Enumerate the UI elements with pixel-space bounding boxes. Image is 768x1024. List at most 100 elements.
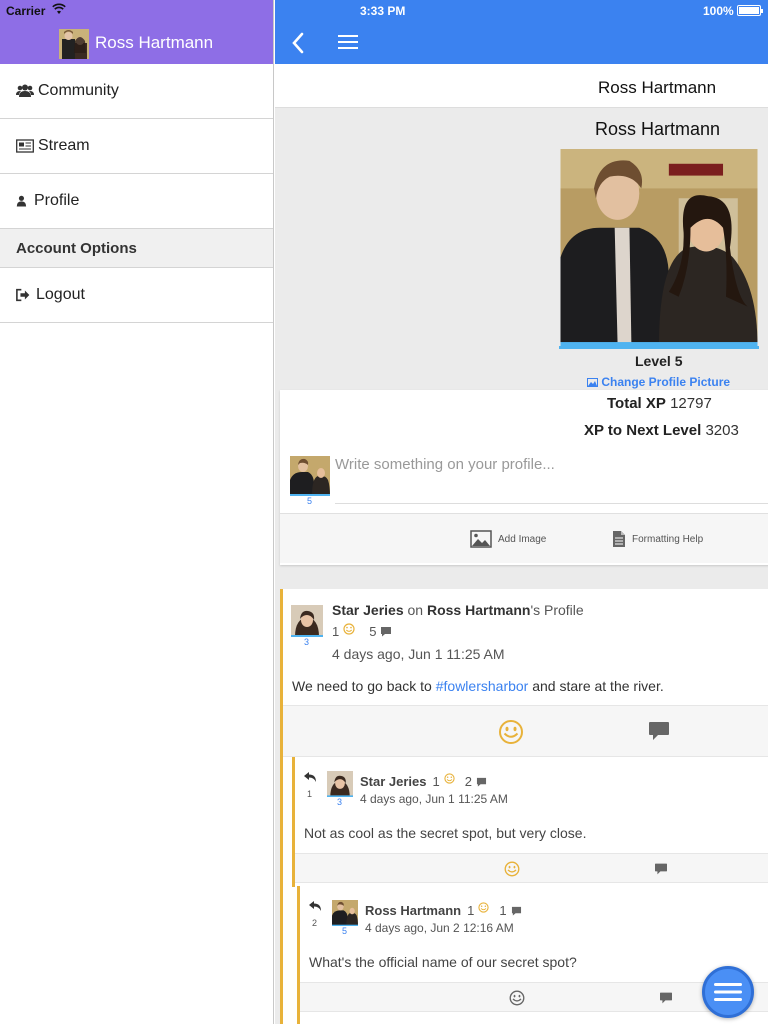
post-on-text: on xyxy=(407,602,424,618)
sidebar-user-name: Ross Hartmann xyxy=(95,33,214,52)
battery-icon xyxy=(737,5,763,16)
smile-icon xyxy=(444,773,455,784)
composer-toolbar: Add Image Formatting Help xyxy=(280,513,768,563)
profile-stats-card: Total XP 12797 XP to Next Level 3203 5 W… xyxy=(280,390,768,565)
reply-author-name[interactable]: Star Jeries xyxy=(360,774,427,789)
reply-actions xyxy=(295,853,768,883)
add-image-button[interactable]: Add Image xyxy=(470,530,546,548)
reply-depth: 2 xyxy=(312,918,318,928)
back-icon[interactable] xyxy=(291,32,305,54)
reply-comment-count: 2 xyxy=(464,774,472,789)
reply-icon xyxy=(309,901,321,911)
status-bar: Carrier 3:33 PM 100% xyxy=(0,0,768,20)
comment-button[interactable] xyxy=(648,721,670,741)
post-body-text: and stare at the river. xyxy=(532,678,664,694)
composer-avatar xyxy=(290,456,330,496)
document-icon xyxy=(613,531,625,547)
smile-button[interactable] xyxy=(498,719,524,745)
formatting-help-button[interactable]: Formatting Help xyxy=(612,530,703,548)
reply-author-name[interactable]: Ross Hartmann xyxy=(365,903,461,918)
smile-button[interactable] xyxy=(504,861,520,877)
composer-avatar-level: 5 xyxy=(307,496,313,506)
post-stats: 1 5 xyxy=(332,622,406,639)
profile-post-input[interactable]: Write something on your profile... xyxy=(335,456,555,473)
comment-icon xyxy=(381,627,392,637)
change-profile-picture-link[interactable]: Change Profile Picture xyxy=(587,375,730,389)
post-comment-count: 5 xyxy=(369,624,392,639)
sidebar-item-label: Stream xyxy=(38,137,90,154)
reply-smile-count: 1 xyxy=(467,903,475,918)
post-author-avatar[interactable] xyxy=(291,605,323,637)
reply-icon xyxy=(304,772,316,782)
floating-menu-button[interactable] xyxy=(702,966,754,1018)
profile-photo[interactable] xyxy=(559,149,759,349)
reply-timestamp: 4 days ago, Jun 2 12:16 AM xyxy=(365,921,514,935)
wifi-icon xyxy=(52,3,66,14)
total-xp-label: Total XP xyxy=(607,395,666,412)
comment-button[interactable] xyxy=(659,992,673,1004)
reply-timestamp: 4 days ago, Jun 1 11:25 AM xyxy=(360,792,508,806)
sidebar-item-stream[interactable]: Stream xyxy=(0,119,273,174)
image-icon xyxy=(587,378,598,387)
reply-header: Ross Hartmann 1 1 xyxy=(365,902,522,919)
reply-header: Star Jeries 1 2 xyxy=(360,773,487,790)
post-body: We need to go back to #fowlersharbor and… xyxy=(292,678,664,694)
reply-card: 2 5 Ross Hartmann 1 1 4 days ago, Jun 2 … xyxy=(297,886,768,1024)
reply-author-avatar[interactable] xyxy=(327,771,353,797)
smile-icon xyxy=(478,902,489,913)
newspaper-icon xyxy=(16,139,34,153)
post-target-suffix: 's Profile xyxy=(530,602,584,618)
post-smile-count-value: 1 xyxy=(332,624,340,639)
sidebar-item-label: Profile xyxy=(34,192,80,209)
reply-smile-count: 1 xyxy=(432,774,440,789)
sidebar-item-community[interactable]: Community xyxy=(0,64,273,119)
sidebar-item-label: Logout xyxy=(36,286,85,303)
clock-label: 3:33 PM xyxy=(360,4,406,18)
post-card: 3 Star Jeries on Ross Hartmann's Profile… xyxy=(280,589,768,1024)
reply-depth: 1 xyxy=(307,789,313,799)
reply-body: Not as cool as the secret spot, but very… xyxy=(304,825,587,841)
total-xp-value: 12797 xyxy=(670,395,712,412)
next-level-xp-label: XP to Next Level xyxy=(584,422,702,439)
comment-icon xyxy=(511,906,521,916)
reply-author-avatar[interactable] xyxy=(332,900,358,926)
next-level-xp-value: 3203 xyxy=(705,422,739,439)
post-actions xyxy=(283,705,768,757)
change-profile-picture-label: Change Profile Picture xyxy=(601,375,731,389)
reply-comment-count: 1 xyxy=(499,903,507,918)
reply-card: 1 3 Star Jeries 1 2 4 days ago, Jun 1 11… xyxy=(292,757,768,887)
post-timestamp: 4 days ago, Jun 1 11:25 AM xyxy=(332,646,505,662)
smile-icon xyxy=(343,622,355,635)
post-target-name[interactable]: Ross Hartmann xyxy=(427,602,530,618)
carrier-label: Carrier xyxy=(6,4,46,18)
reply-author-level: 3 xyxy=(337,797,343,807)
hamburger-menu-icon[interactable] xyxy=(338,34,358,50)
users-icon xyxy=(16,84,34,97)
hashtag-link[interactable]: #fowlersharbor xyxy=(436,678,529,694)
next-level-xp-row: XP to Next Level 3203 xyxy=(584,422,739,439)
post-author-name[interactable]: Star Jeries xyxy=(332,602,404,618)
total-xp-row: Total XP 12797 xyxy=(607,395,712,412)
sidebar: Ross Hartmann Community Stream Profile A… xyxy=(0,0,274,1024)
smile-button[interactable] xyxy=(509,990,525,1006)
add-image-label: Add Image xyxy=(498,533,547,545)
account-options-header: Account Options xyxy=(0,229,273,268)
level-label: Level 5 xyxy=(635,353,683,369)
sidebar-item-profile[interactable]: Profile xyxy=(0,174,273,229)
comment-icon xyxy=(476,777,487,787)
post-body-text: We need to go back to xyxy=(292,678,432,694)
main-panel: Ross Hartmann Ross Hartmann Level 5 Chan… xyxy=(275,0,768,1024)
comment-button[interactable] xyxy=(654,863,668,875)
image-icon xyxy=(470,530,492,548)
reply-actions xyxy=(300,982,768,1012)
post-comment-count-value: 5 xyxy=(369,624,377,639)
page-title: Ross Hartmann xyxy=(598,78,717,97)
title-bar: Ross Hartmann xyxy=(275,64,768,108)
user-avatar xyxy=(59,29,89,59)
user-icon xyxy=(16,195,27,207)
sidebar-item-logout[interactable]: Logout xyxy=(0,268,273,323)
post-author-level: 3 xyxy=(304,637,310,647)
post-header: Star Jeries on Ross Hartmann's Profile xyxy=(332,602,584,618)
sidebar-item-label: Community xyxy=(38,82,119,99)
reply-body: What's the official name of our secret s… xyxy=(309,954,577,970)
